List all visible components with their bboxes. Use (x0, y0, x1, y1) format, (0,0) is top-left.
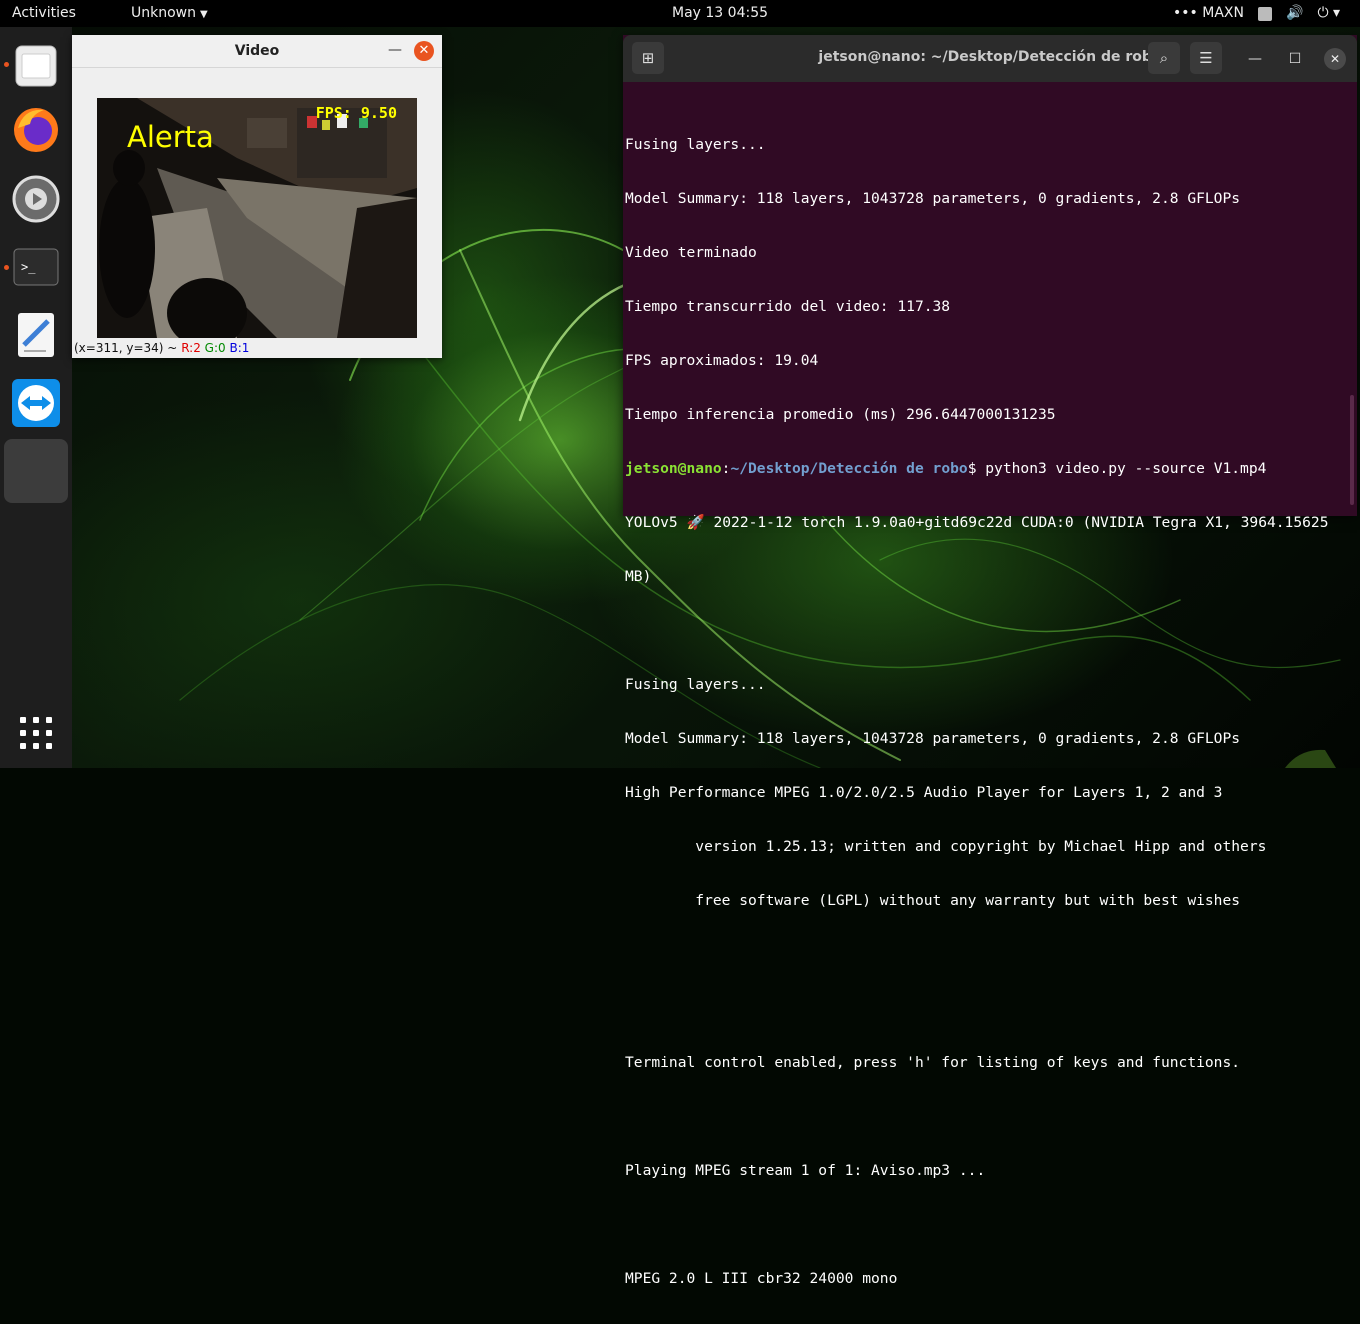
power-mode-indicator[interactable]: ••• MAXN (1173, 0, 1244, 27)
maximize-button[interactable]: ☐ (1284, 48, 1306, 70)
minimize-icon[interactable]: — (385, 41, 405, 61)
terminal-line: version 1.25.13; written and copyright b… (625, 838, 1267, 855)
teamviewer-app-icon[interactable] (4, 371, 68, 435)
show-applications-icon[interactable] (20, 717, 52, 749)
clipboard-icon[interactable] (1258, 6, 1272, 21)
nvidia-logo-icon (1285, 749, 1336, 768)
caret-down-icon: ▼ (200, 9, 208, 20)
terminal-line: Fusing layers... (625, 676, 766, 693)
files-app-icon[interactable] (4, 34, 68, 98)
dock: >_ (0, 27, 72, 768)
search-button[interactable]: ⌕ (1148, 42, 1180, 74)
terminal-line: High Performance MPEG 1.0/2.0/2.5 Audio … (625, 784, 1223, 801)
pixel-green-value: G:0 (204, 341, 226, 355)
terminal-line: Fusing layers... (625, 136, 766, 153)
terminal-titlebar[interactable]: ⊞ jetson@nano: ~/Desktop/Detección de ro… (623, 35, 1357, 82)
terminal-line: Model Summary: 118 layers, 1043728 param… (625, 190, 1241, 207)
terminal-line: Terminal control enabled, press 'h' for … (625, 1054, 1241, 1071)
terminal-line: Tiempo transcurrido del video: 117.38 (625, 298, 951, 315)
power-icon[interactable]: ⏻ ▾ (1317, 0, 1340, 27)
terminal-line: Video terminado (625, 244, 757, 261)
folder-icon (15, 45, 57, 87)
close-icon[interactable]: ✕ (414, 41, 434, 61)
terminal-line: YOLOv5 🚀 2022-1-12 torch 1.9.0a0+gitd69c… (625, 514, 1329, 531)
terminal-prompt-line: jetson@nano:~/Desktop/Detección de robo$… (625, 460, 1355, 478)
close-button[interactable]: ✕ (1324, 48, 1346, 70)
video-window[interactable]: Video — ✕ FPS: 9.50 Alerta (x=311, y=34)… (72, 35, 442, 358)
pixel-status-bar: (x=311, y=34) ~ R:2 G:0 B:1 (74, 341, 249, 355)
prompt-user: jetson@nano (625, 460, 722, 477)
minimize-button[interactable]: — (1244, 48, 1266, 70)
terminal-line: Model Summary: 118 layers, 1043728 param… (625, 730, 1241, 747)
system-tray: ••• MAXN 🔊 ⏻ ▾ (1173, 0, 1340, 27)
terminal-line: FPS aproximados: 19.04 (625, 352, 819, 369)
text-editor-app-icon[interactable] (4, 303, 68, 367)
firefox-app-icon[interactable] (4, 98, 68, 162)
running-app-icon[interactable] (4, 439, 68, 503)
cursor-coordinates: (x=311, y=34) ~ (74, 341, 178, 355)
prompt-command: $ python3 video.py --source V1.mp4 (967, 460, 1267, 477)
video-window-titlebar[interactable]: Video — ✕ (72, 35, 442, 68)
menu-button[interactable]: ☰ (1190, 42, 1222, 74)
terminal-line: Tiempo inferencia promedio (ms) 296.6447… (625, 406, 1056, 423)
fps-overlay: FPS: 9.50 (315, 104, 397, 122)
terminal-output[interactable]: Fusing layers... Model Summary: 118 laye… (625, 100, 1355, 1324)
firefox-icon (14, 108, 58, 152)
app-menu-label: Unknown (131, 5, 196, 21)
prompt-path: ~/Desktop/Detección de robo (730, 460, 968, 477)
power-mode-label: MAXN (1202, 5, 1244, 21)
terminal-line: MPEG 2.0 L III cbr32 24000 mono (625, 1270, 898, 1287)
text-editor-icon (18, 313, 54, 357)
terminal-app-icon[interactable]: >_ (4, 235, 68, 299)
terminal-line: MB) (625, 568, 652, 585)
activities-button[interactable]: Activities (12, 0, 76, 27)
alert-overlay: Alerta (127, 120, 214, 154)
video-frame[interactable]: FPS: 9.50 Alerta (97, 98, 417, 338)
top-bar: Activities Unknown ▼ May 13 04:55 ••• MAX… (0, 0, 1360, 27)
terminal-scrollbar[interactable] (1350, 395, 1354, 505)
volume-icon[interactable]: 🔊 (1286, 0, 1303, 27)
app-menu-button[interactable]: Unknown ▼ (131, 0, 208, 28)
teamviewer-icon (12, 379, 60, 427)
pixel-blue-value: B:1 (229, 341, 250, 355)
svg-text:>_: >_ (21, 260, 36, 274)
terminal-line: Playing MPEG stream 1 of 1: Aviso.mp3 ..… (625, 1162, 986, 1179)
terminal-icon: >_ (13, 248, 59, 286)
clock[interactable]: May 13 04:55 (672, 0, 768, 27)
pixel-red-value: R:2 (181, 341, 201, 355)
gear-icon (12, 175, 60, 223)
dots-icon: ••• (1173, 5, 1198, 21)
terminal-window[interactable]: ⊞ jetson@nano: ~/Desktop/Detección de ro… (623, 35, 1357, 1287)
settings-app-icon[interactable] (4, 167, 68, 231)
terminal-line: free software (LGPL) without any warrant… (625, 892, 1241, 909)
